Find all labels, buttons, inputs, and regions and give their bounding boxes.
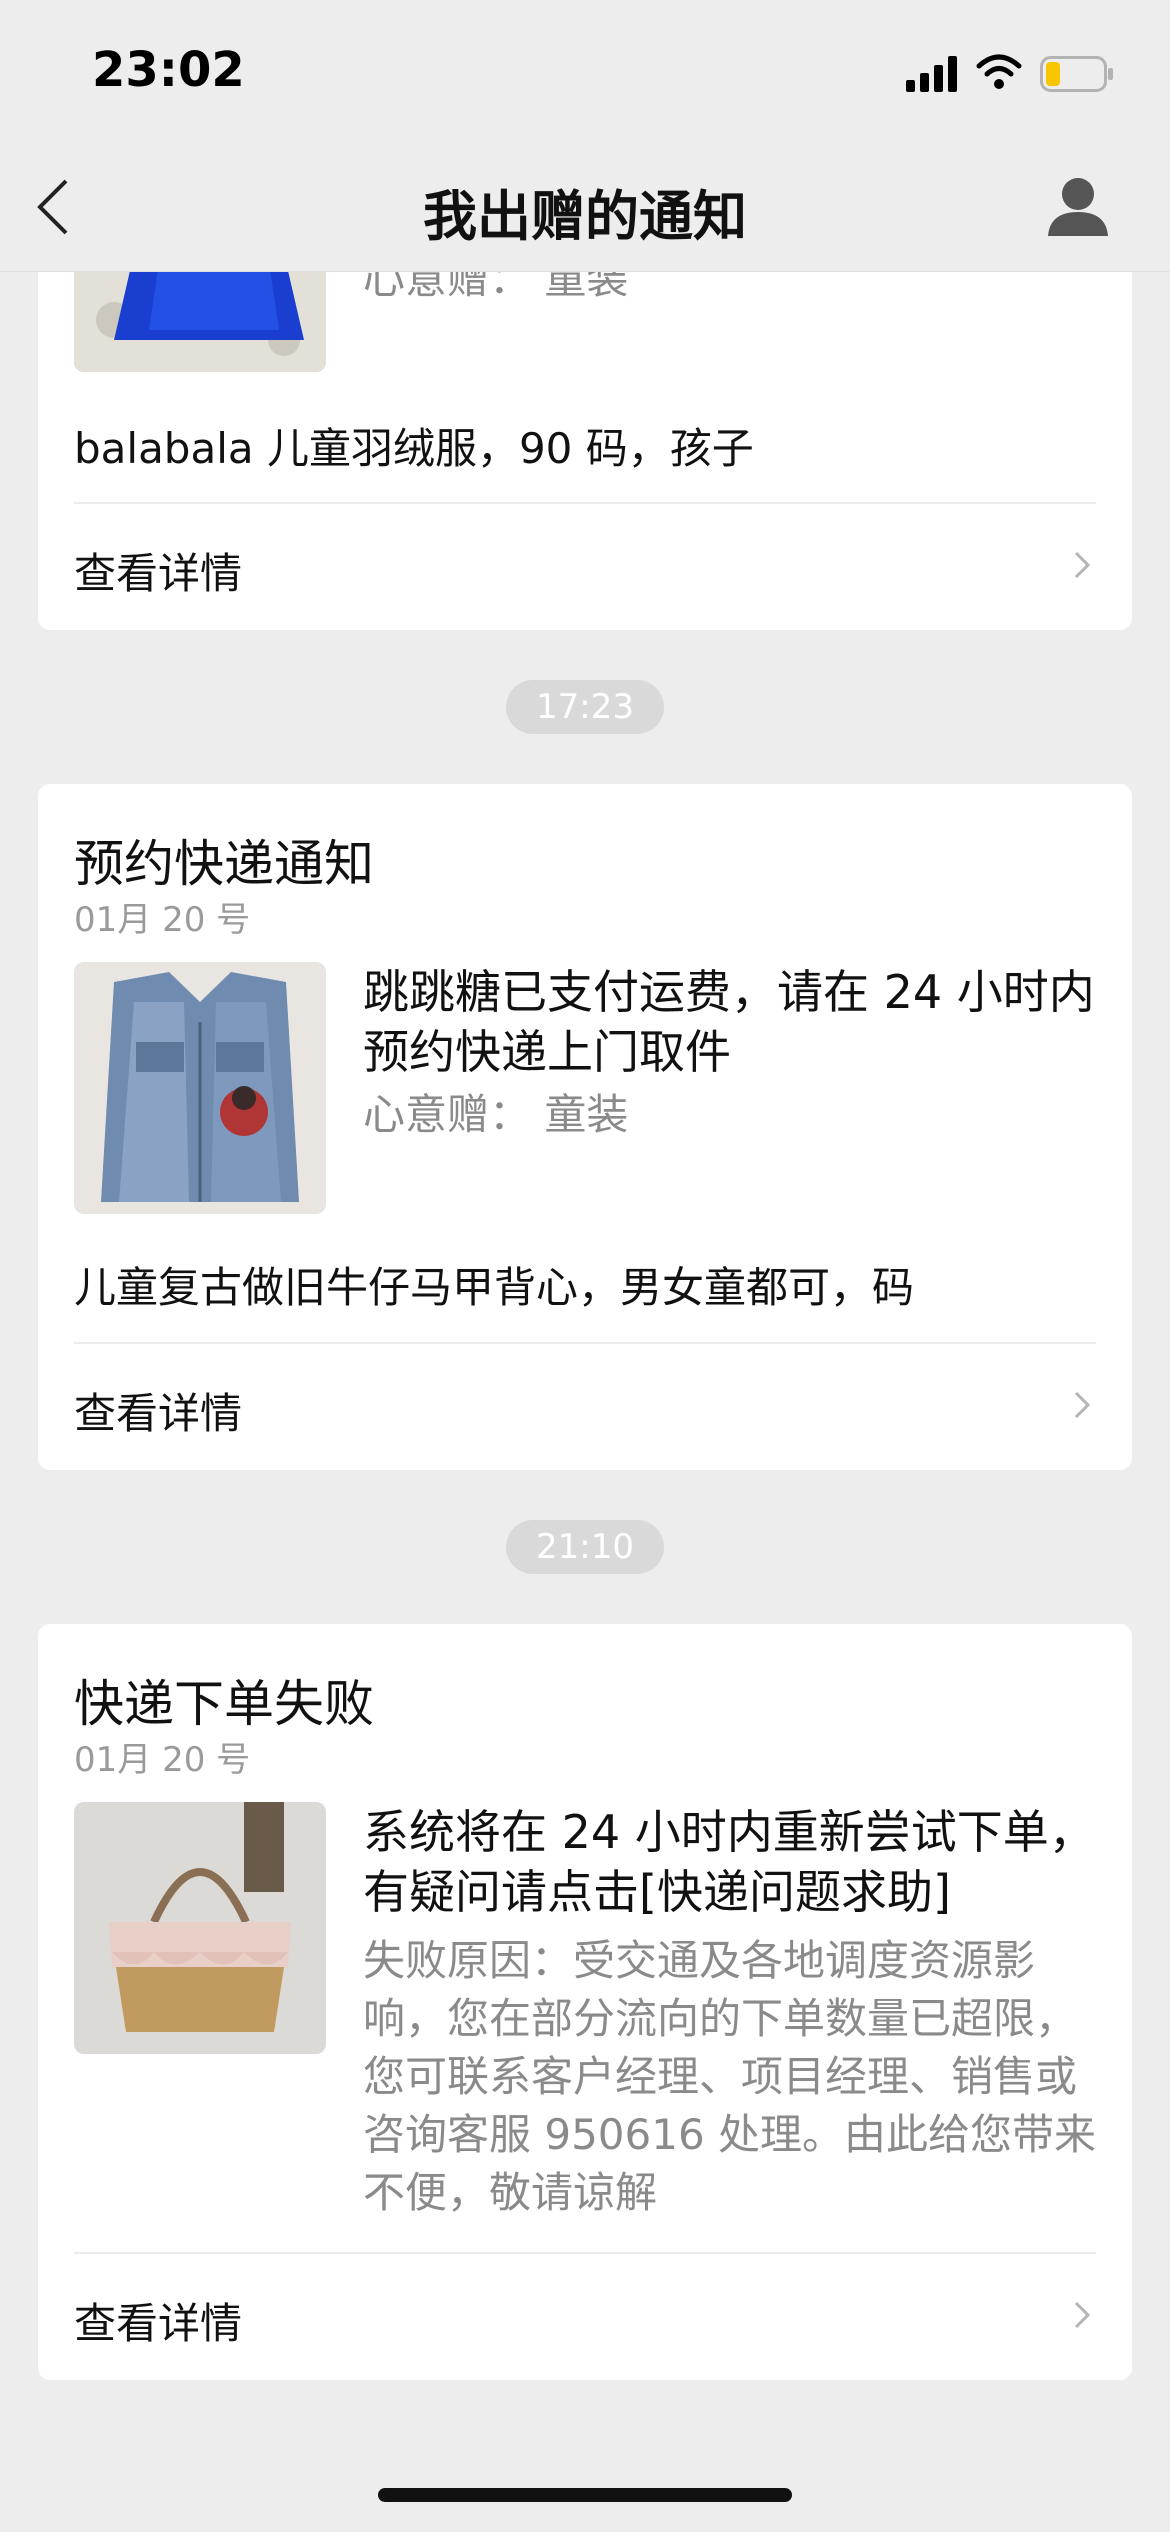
item-thumbnail: [74, 1802, 326, 2054]
card-message: 跳跳糖已支付运费，请在 24 小时内预约快递上门取件: [363, 965, 1095, 1079]
cellular-signal-icon: [906, 56, 957, 92]
notification-card: 快递下单失败 01月 20 号 系统将在 24 小时内重新尝试下单，有疑问请点击…: [38, 1624, 1132, 2380]
chevron-right-icon: [1074, 2301, 1091, 2329]
battery-low-icon: [1040, 56, 1113, 92]
view-details-row[interactable]: 查看详情: [38, 504, 1132, 630]
wifi-icon: [976, 54, 1022, 89]
card-message: 系统将在 24 小时内重新尝试下单，有疑问请点击[快递问题求助]: [363, 1805, 1095, 1919]
view-details-label: 查看详情: [74, 1389, 243, 1438]
card-title: 预约快递通知: [74, 835, 374, 893]
notification-list: 心意赠： 童装 balabala 儿童羽绒服，90 码，孩子 查看详情 17:2…: [0, 0, 1170, 2532]
view-details-label: 查看详情: [74, 549, 243, 598]
card-description: balabala 儿童羽绒服，90 码，孩子: [74, 424, 754, 473]
status-time: 23:02: [92, 42, 245, 98]
chevron-right-icon: [1074, 551, 1091, 579]
status-bar: 23:02: [0, 0, 1170, 140]
navigation-bar: 我出赠的通知: [0, 140, 1170, 272]
card-description: 儿童复古做旧牛仔马甲背心，男女童都可，码: [74, 1263, 915, 1312]
notification-card: 预约快递通知 01月 20 号 跳跳糖已支付运费，请在 24 小时内预约快递上门…: [38, 784, 1132, 1470]
home-indicator[interactable]: [378, 2488, 792, 2502]
view-details-row[interactable]: 查看详情: [38, 1344, 1132, 1470]
chevron-right-icon: [1074, 1391, 1091, 1419]
card-sub-text: 失败原因：受交通及各地调度资源影响，您在部分流向的下单数量已超限，您可联系客户经…: [363, 1936, 1097, 2217]
user-profile-icon[interactable]: [1046, 174, 1110, 238]
timestamp-pill: 17:23: [506, 680, 664, 734]
card-title: 快递下单失败: [74, 1675, 374, 1733]
card-sub-text: 心意赠： 童装: [363, 1090, 629, 1139]
item-thumbnail: [74, 962, 326, 1214]
timestamp-pill: 21:10: [506, 1520, 664, 1574]
view-details-label: 查看详情: [74, 2299, 243, 2348]
view-details-row[interactable]: 查看详情: [38, 2254, 1132, 2380]
page-title: 我出赠的通知: [423, 185, 747, 248]
card-date: 01月 20 号: [74, 1740, 251, 1780]
card-date: 01月 20 号: [74, 900, 251, 940]
